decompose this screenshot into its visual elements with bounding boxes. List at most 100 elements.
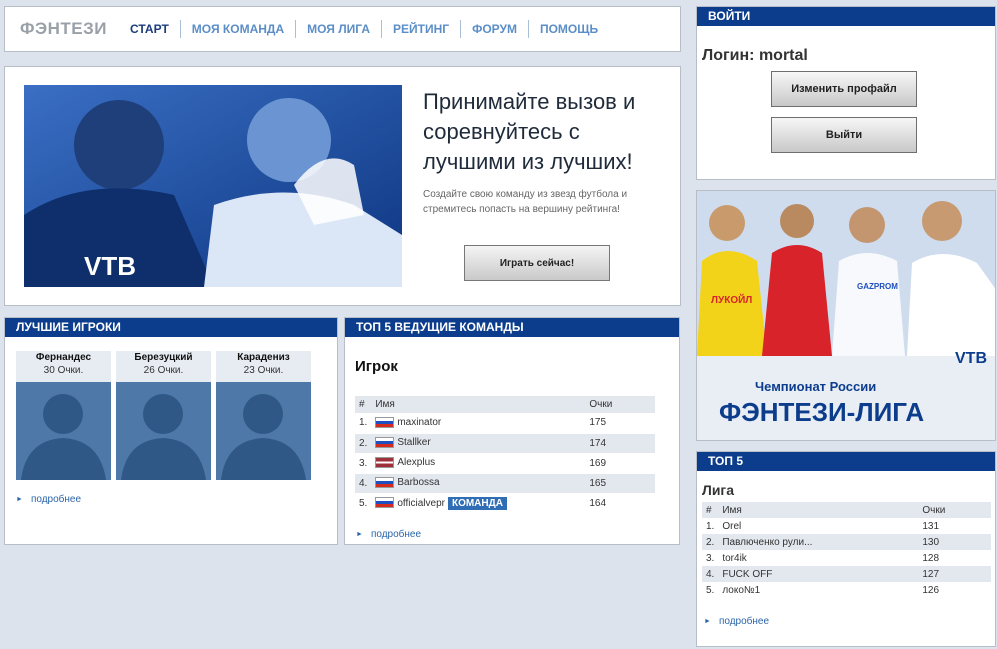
- team-badge[interactable]: КОМАНДА: [447, 496, 507, 510]
- row-rank: 4.: [702, 566, 719, 582]
- col-name: Имя: [718, 502, 919, 518]
- russia-flag-icon: [375, 437, 395, 449]
- nav-start[interactable]: СТАРТ: [119, 20, 180, 38]
- table-row[interactable]: 3. tor4ik 128: [702, 550, 991, 566]
- login-panel: ВОЙТИ Логин: mortal Изменить профайл Вый…: [696, 6, 996, 180]
- player-points: 26 Очки.: [143, 365, 184, 376]
- banner-line1: Чемпионат России: [755, 379, 876, 394]
- row-name[interactable]: локо№1: [718, 582, 918, 598]
- row-name[interactable]: maxinator: [397, 417, 441, 428]
- row-points: 131: [922, 520, 940, 532]
- col-rank: #: [702, 502, 719, 518]
- player-avatar-placeholder: [216, 382, 311, 480]
- col-rank: #: [355, 396, 372, 413]
- league-banner[interactable]: ЛУКОЙЛ GAZPROM VTB Чемпионат России ФЭНТ…: [696, 190, 996, 441]
- top5-teams-table: # Имя Очки 1. maxinator 175 2. Stallker …: [355, 396, 655, 514]
- latvia-flag-icon: [375, 457, 395, 469]
- banner-line2: ФЭНТЕЗИ-ЛИГА: [719, 397, 924, 427]
- edit-profile-button[interactable]: Изменить профайл: [771, 71, 917, 107]
- table-row[interactable]: 4. FUCK OFF 127: [702, 566, 991, 582]
- row-name[interactable]: Stallker: [397, 438, 430, 449]
- table-row[interactable]: 4. Barbossa 165: [355, 473, 655, 494]
- player-points: 23 Очки.: [243, 365, 284, 376]
- best-players-header: ЛУЧШИЕ ИГРОКИ: [5, 318, 337, 337]
- player-name: Березуцкий: [134, 352, 193, 363]
- top5-teams-more-link[interactable]: ► подробнее: [356, 529, 421, 540]
- player-name: Фернандес: [35, 352, 92, 363]
- nav-my-league[interactable]: МОЯ ЛИГА: [295, 20, 381, 38]
- row-points: 126: [922, 584, 940, 596]
- row-points: 130: [918, 534, 991, 550]
- row-points: 175: [585, 413, 655, 434]
- top5-league-more-link[interactable]: ► подробнее: [704, 616, 769, 627]
- col-name: Имя: [371, 396, 586, 413]
- arrow-right-icon: ►: [16, 496, 23, 503]
- row-points: 169: [585, 453, 655, 474]
- player-name: Карадениз: [237, 352, 290, 363]
- table-row[interactable]: 5. officialvepr КОМАНДА 164: [355, 493, 655, 514]
- row-points: 127: [918, 566, 991, 582]
- login-username: Логин: mortal: [702, 47, 808, 64]
- player-card[interactable]: Фернандес 30 Очки.: [16, 351, 111, 480]
- row-name[interactable]: Barbossa: [397, 478, 439, 489]
- nav-help[interactable]: ПОМОЩЬ: [527, 20, 609, 38]
- row-points: 174: [585, 433, 655, 454]
- table-row[interactable]: 2. Stallker 174: [355, 433, 655, 454]
- banner-sponsor-gazprom: GAZPROM: [857, 282, 898, 291]
- site-logo[interactable]: ФЭНТЕЗИ: [20, 19, 107, 39]
- russia-flag-icon: [375, 497, 395, 509]
- col-points: Очки: [585, 396, 655, 413]
- nav-forum[interactable]: ФОРУМ: [460, 20, 528, 38]
- player-card[interactable]: Карадениз 23 Очки.: [216, 351, 311, 480]
- top-nav: ФЭНТЕЗИ СТАРТ МОЯ КОМАНДА МОЯ ЛИГА РЕЙТИ…: [4, 6, 681, 52]
- player-avatar-placeholder: [116, 382, 211, 480]
- banner-sponsor-vtb: VTB: [955, 350, 987, 367]
- russia-flag-icon: [375, 417, 395, 429]
- table-row[interactable]: 1. Orel 131: [702, 518, 991, 534]
- row-rank: 1.: [706, 520, 715, 532]
- row-rank: 3.: [355, 453, 372, 474]
- banner-sponsor-lukoil: ЛУКОЙЛ: [711, 293, 752, 306]
- table-row[interactable]: 2. Павлюченко рули... 130: [702, 534, 991, 550]
- logout-button[interactable]: Выйти: [771, 117, 917, 153]
- row-rank: 2.: [355, 433, 372, 454]
- best-players-more-link[interactable]: ► подробнее: [16, 494, 81, 505]
- row-points: 165: [585, 473, 655, 494]
- top5-teams-header: ТОП 5 ВЕДУЩИЕ КОМАНДЫ: [345, 318, 679, 337]
- top5-league-table: # Имя Очки 1. Orel 131 2. Павлюченко рул…: [702, 502, 991, 598]
- login-header: ВОЙТИ: [697, 7, 995, 26]
- table-row[interactable]: 1. maxinator 175: [355, 413, 655, 434]
- more-link-label: подробнее: [718, 616, 770, 627]
- hero-title: Принимайте вызов и соревнуйтесь с лучшим…: [423, 89, 636, 174]
- row-name[interactable]: tor4ik: [718, 550, 918, 566]
- hero-photo-vtb: VTB: [84, 251, 136, 281]
- play-now-button[interactable]: Играть сейчас!: [464, 245, 610, 281]
- hero-subtitle: Создайте свою команду из звезд футбола и…: [423, 189, 628, 215]
- table-row[interactable]: 5. локо№1 126: [702, 582, 991, 598]
- row-name[interactable]: FUCK OFF: [718, 566, 919, 582]
- top5-league-header: ТОП 5: [697, 452, 995, 471]
- row-rank: 5.: [706, 584, 715, 596]
- row-points: 164: [585, 493, 655, 514]
- hero-panel: VTB Принимайте вызов и соревнуйтесь с лу…: [4, 66, 681, 306]
- russia-flag-icon: [375, 477, 395, 489]
- row-name[interactable]: Alexplus: [397, 458, 435, 469]
- row-rank: 4.: [355, 473, 372, 494]
- col-points: Очки: [918, 502, 991, 518]
- row-name[interactable]: Павлюченко рули...: [718, 534, 919, 550]
- top5-teams-subheader: Игрок: [355, 358, 398, 375]
- best-players-panel: ЛУЧШИЕ ИГРОКИ Фернандес 30 Очки. Березуц…: [4, 317, 338, 545]
- row-name[interactable]: officialvepr: [397, 498, 445, 509]
- nav-my-team[interactable]: МОЯ КОМАНДА: [179, 20, 295, 38]
- nav-rating[interactable]: РЕЙТИНГ: [381, 20, 460, 38]
- more-link-label: подробнее: [30, 494, 82, 505]
- hero-photo: VTB: [24, 85, 402, 287]
- top5-league-subheader: Лига: [702, 482, 735, 498]
- player-avatar-placeholder: [16, 382, 111, 480]
- more-link-label: подробнее: [370, 529, 422, 540]
- row-name[interactable]: Orel: [718, 518, 918, 534]
- arrow-right-icon: ►: [704, 618, 711, 625]
- row-points: 128: [922, 552, 940, 564]
- table-row[interactable]: 3. Alexplus 169: [355, 453, 655, 474]
- player-card[interactable]: Березуцкий 26 Очки.: [116, 351, 211, 480]
